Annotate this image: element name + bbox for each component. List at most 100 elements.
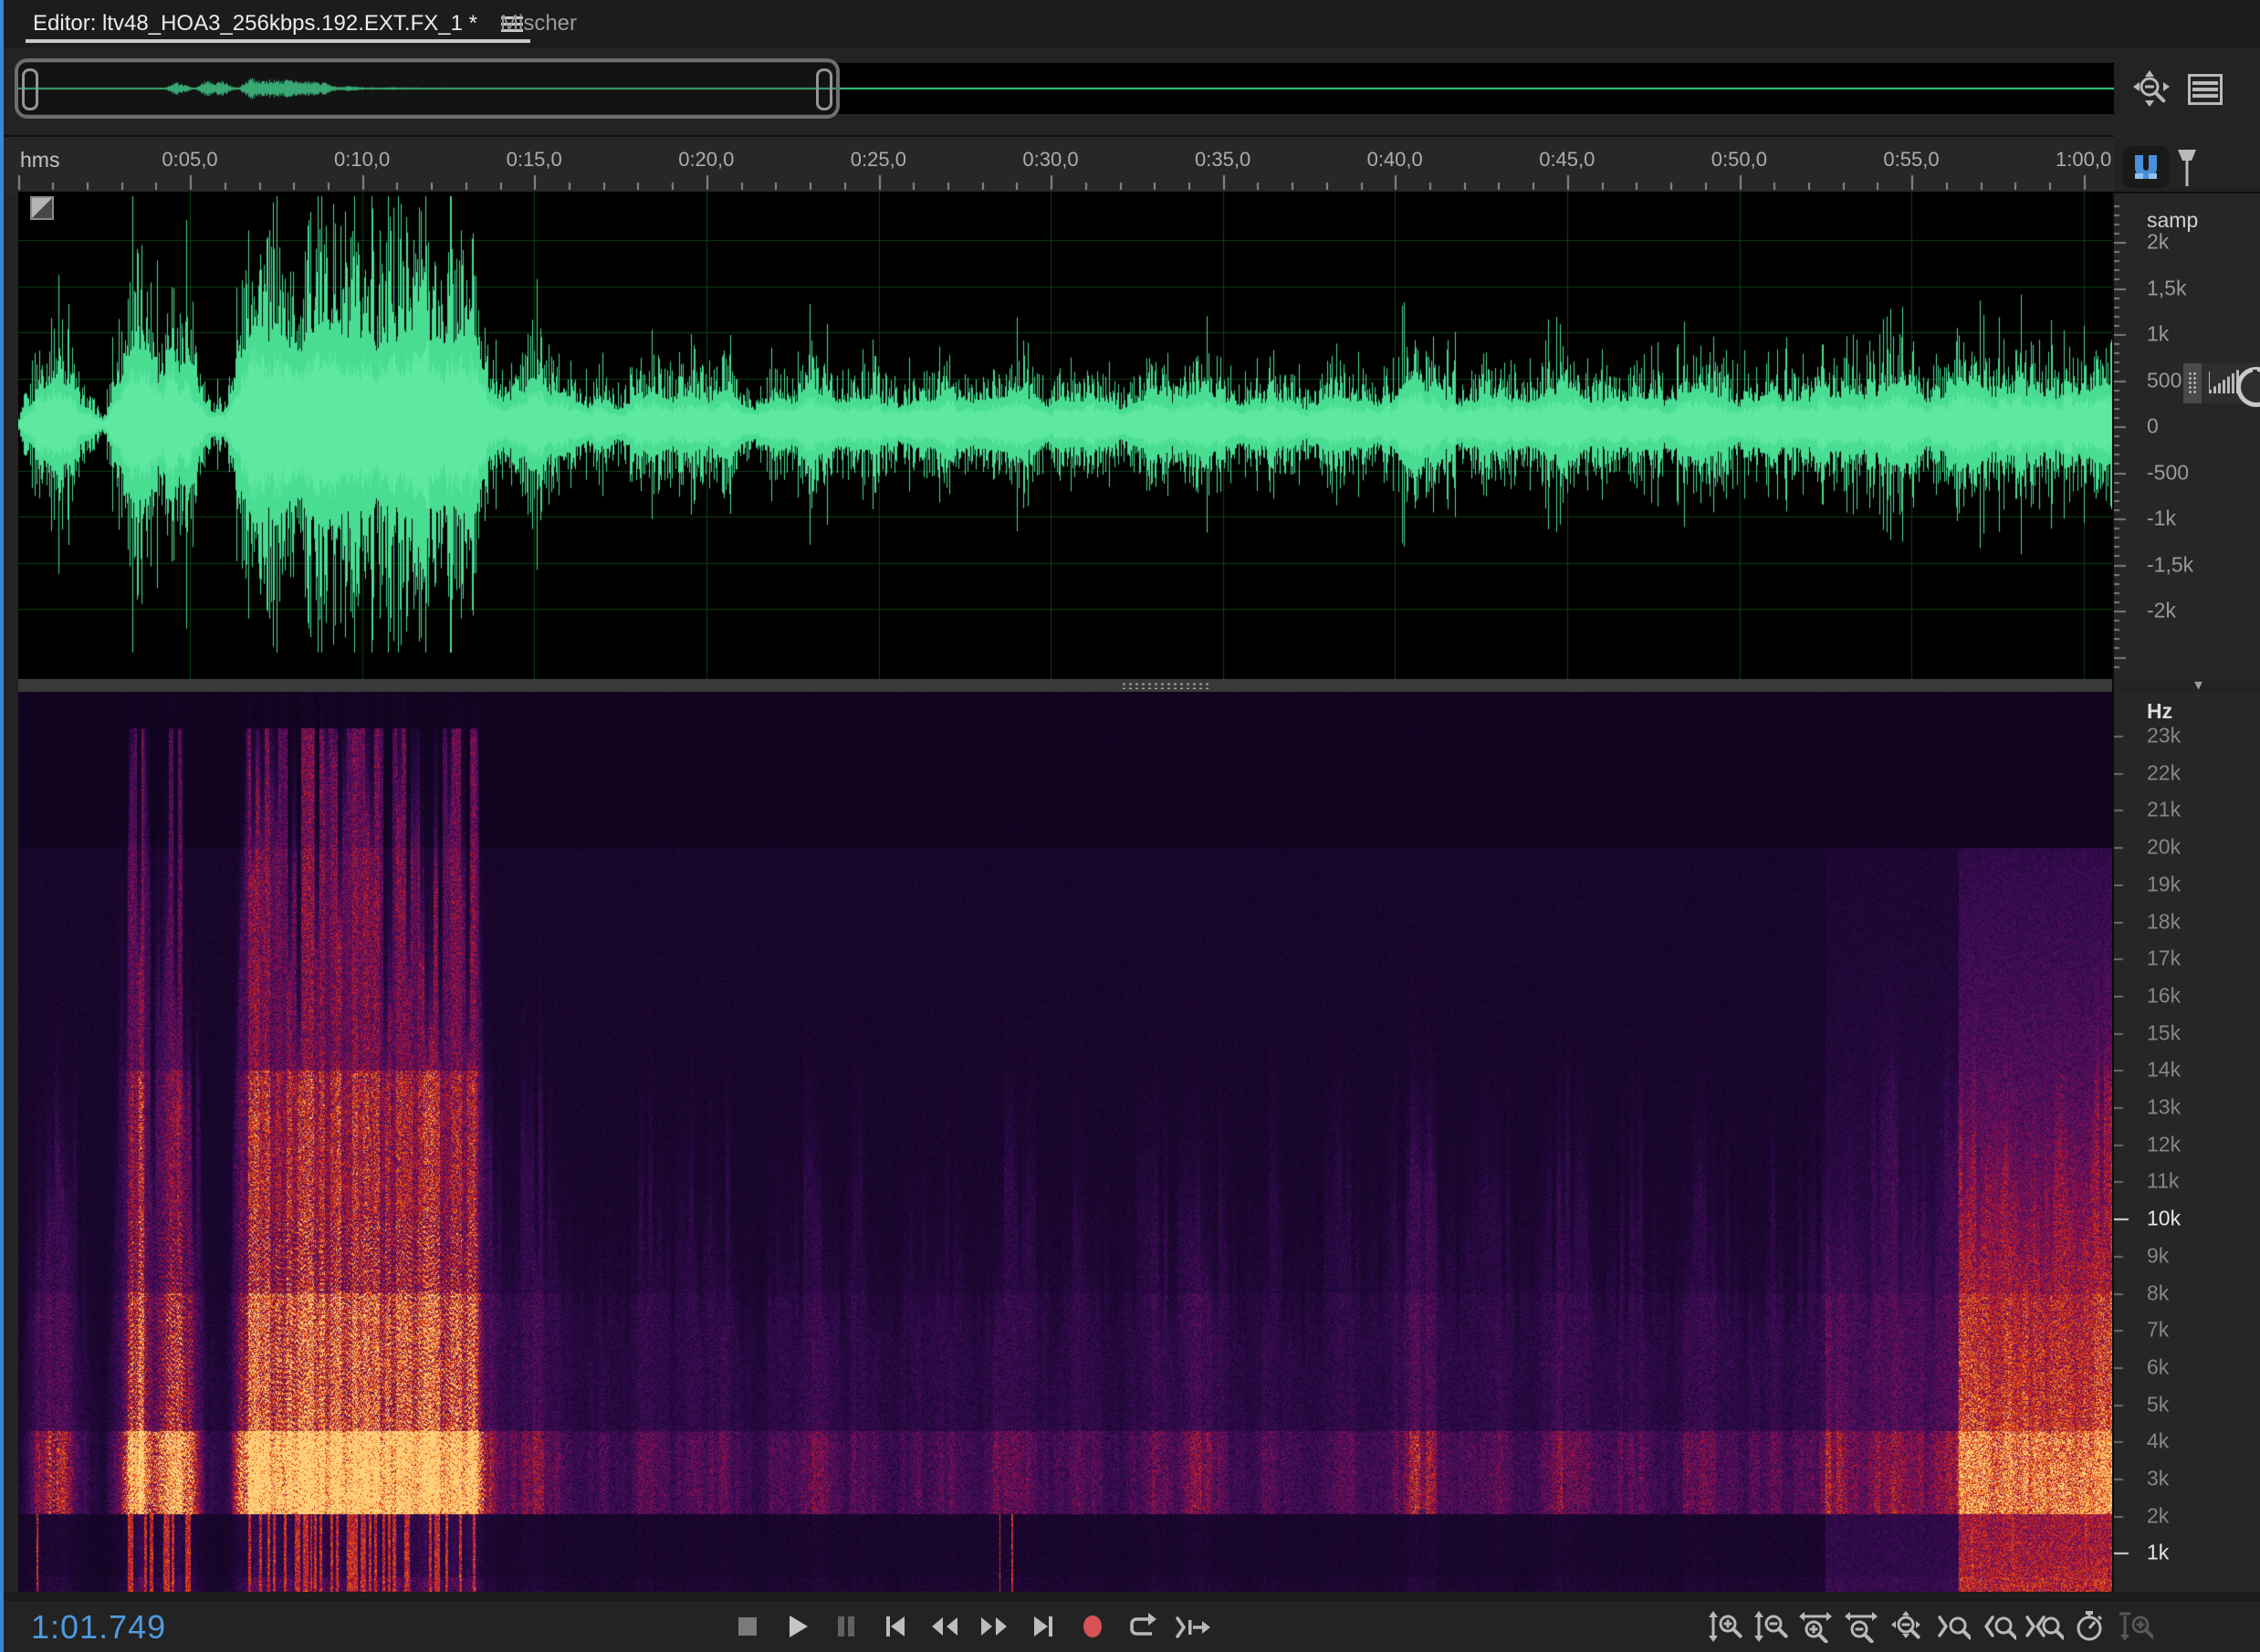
frequency-label: 1k: [2147, 1541, 2169, 1565]
mixer-tab-label: Mischer: [500, 11, 577, 37]
spectral-display[interactable]: [18, 692, 2114, 1592]
frequency-unit-label: Hz: [2147, 699, 2172, 724]
loop-playback-icon: [1125, 1611, 1158, 1642]
zoom-to-out-point-button[interactable]: [1979, 1605, 2019, 1648]
channel-selector-icon[interactable]: [30, 196, 54, 220]
tab-editor[interactable]: Editor: ltv48_HOA3_256kbps.192.EXT.FX_1 …: [33, 0, 523, 47]
waveform-canvas[interactable]: [18, 192, 2114, 679]
record-button[interactable]: [1070, 1605, 1115, 1648]
timer-icon: [2073, 1609, 2108, 1644]
fast-forward-button[interactable]: [971, 1605, 1017, 1648]
zoom-out-horizontal-button[interactable]: [1842, 1605, 1882, 1648]
zoom-to-selection-icon: [2025, 1610, 2064, 1643]
zoom-to-out-point-icon: [1982, 1610, 2016, 1643]
skip-selection-button[interactable]: [1168, 1605, 1214, 1648]
frequency-label: 7k: [2147, 1318, 2169, 1343]
frequency-label: 22k: [2147, 760, 2181, 785]
timeline-label: 0:15,0: [507, 148, 562, 172]
timeline-label: 0:20,0: [678, 148, 734, 172]
zoom-in-vertical-icon: [1708, 1610, 1742, 1643]
zoom-buttons: [1705, 1605, 2156, 1648]
zoom-in-vertical-button[interactable]: [1705, 1605, 1745, 1648]
timeline-label: 0:05,0: [162, 148, 217, 172]
panel-splitter[interactable]: [18, 679, 2114, 692]
zoom-to-time-icon: [2119, 1610, 2153, 1643]
frequency-scale[interactable]: Hz 23k22k21k20k19k18k17k16k15k14k13k12k1…: [2114, 692, 2260, 1592]
loop-playback-button[interactable]: [1119, 1605, 1165, 1648]
frequency-label: 2k: [2147, 1503, 2169, 1528]
timeline-label: 0:50,0: [1711, 148, 1767, 172]
editor-tab-label: Editor: ltv48_HOA3_256kbps.192.EXT.FX_1 …: [33, 11, 477, 37]
panel-focus-border: [0, 0, 4, 1652]
zoom-to-time-button[interactable]: [2116, 1605, 2156, 1648]
marker-icon: [2176, 148, 2198, 188]
zoom-out-full-button[interactable]: [1888, 1605, 1928, 1648]
frequency-label: 12k: [2147, 1132, 2181, 1156]
volume-hud[interactable]: [2183, 363, 2260, 403]
fast-forward-icon: [977, 1611, 1011, 1642]
overview-left-handle[interactable]: [22, 68, 38, 110]
zoom-in-horizontal-icon: [1799, 1610, 1834, 1643]
skip-to-end-icon: [1028, 1611, 1059, 1642]
skip-to-start-button[interactable]: [873, 1605, 918, 1648]
overview-range-selector[interactable]: [15, 58, 840, 119]
record-icon: [1077, 1611, 1108, 1642]
rewind-button[interactable]: [922, 1605, 968, 1648]
rewind-icon: [927, 1611, 962, 1642]
spectrogram-canvas[interactable]: [18, 692, 2114, 1592]
amplitude-label: 0: [2147, 414, 2159, 439]
frequency-label: 13k: [2147, 1095, 2181, 1120]
timeline-label: 0:30,0: [1022, 148, 1078, 172]
pause-button[interactable]: [823, 1605, 869, 1648]
splitter-grip[interactable]: [1121, 682, 1208, 689]
tab-mixer[interactable]: Mischer: [500, 0, 577, 47]
hud-drag-handle[interactable]: [2183, 363, 2202, 403]
overview-navigator[interactable]: [18, 63, 2114, 114]
time-display[interactable]: 1:01.749: [31, 1608, 166, 1647]
zoom-navigate-icon: [2131, 68, 2171, 109]
amplitude-label: -2k: [2147, 599, 2176, 623]
play-icon: [781, 1611, 812, 1642]
frequency-label: 19k: [2147, 872, 2181, 896]
frequency-label: 8k: [2147, 1281, 2169, 1305]
amplitude-label: 1,5k: [2147, 276, 2186, 300]
skip-to-start-icon: [880, 1611, 911, 1642]
timeline-ruler[interactable]: hms 0:05,00:10,00:15,00:20,00:25,00:30,0…: [4, 135, 2114, 193]
frequency-label: 5k: [2147, 1392, 2169, 1417]
timeline-label: 0:10,0: [334, 148, 390, 172]
frequency-label: 10k: [2147, 1207, 2181, 1231]
zoom-out-horizontal-icon: [1845, 1610, 1879, 1643]
zoom-in-horizontal-button[interactable]: [1796, 1605, 1836, 1648]
timeline-label: 0:25,0: [851, 148, 906, 172]
skip-to-end-button[interactable]: [1020, 1605, 1066, 1648]
frequency-label: 20k: [2147, 835, 2181, 860]
waveform-display[interactable]: [18, 192, 2114, 679]
amplitude-scale[interactable]: samp 2k1,5k1k5000-500-1k-1,5k-2k: [2114, 192, 2260, 679]
marker-button[interactable]: [2174, 148, 2200, 188]
amplitude-ticks-canvas: [2114, 193, 2260, 679]
frequency-label: 21k: [2147, 798, 2181, 822]
amplitude-label: 1k: [2147, 322, 2169, 347]
frequency-label: 17k: [2147, 946, 2181, 971]
frequency-ticks-canvas: [2114, 692, 2260, 1592]
timer-button[interactable]: [2070, 1605, 2110, 1648]
transport-bar: 1:01.749: [0, 1599, 2260, 1652]
overview-right-handle[interactable]: [816, 68, 832, 110]
timeline-label: 1:00,0: [2056, 148, 2111, 172]
frequency-label: 3k: [2147, 1467, 2169, 1491]
timeline-label: 0:45,0: [1539, 148, 1595, 172]
zoom-out-vertical-button[interactable]: [1751, 1605, 1791, 1648]
amplitude-label: -1,5k: [2147, 552, 2193, 577]
play-button[interactable]: [774, 1605, 820, 1648]
zoom-to-in-point-button[interactable]: [1933, 1605, 1973, 1648]
bottom-gap: [0, 1592, 2260, 1599]
zoom-navigate-button[interactable]: [2130, 68, 2172, 110]
stop-button[interactable]: [725, 1605, 770, 1648]
snap-magnet-toggle[interactable]: [2123, 146, 2169, 188]
panel-list-button[interactable]: [2187, 73, 2223, 106]
zoom-to-selection-button[interactable]: [2025, 1605, 2065, 1648]
frequency-label: 18k: [2147, 909, 2181, 934]
frequency-label: 23k: [2147, 724, 2181, 748]
frequency-label: 6k: [2147, 1354, 2169, 1379]
amplitude-label: 500: [2147, 368, 2182, 392]
